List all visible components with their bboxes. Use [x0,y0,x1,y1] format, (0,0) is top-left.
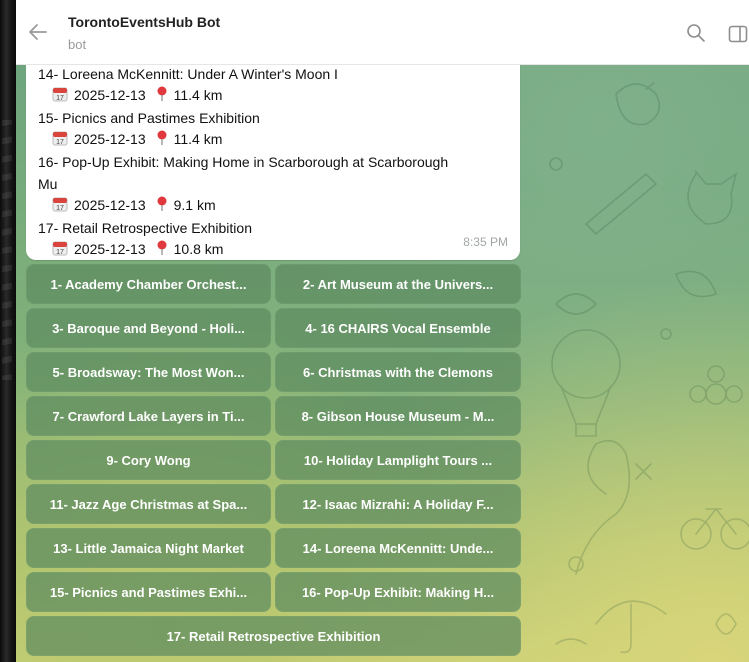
event-date: 2025-12-13 [74,87,146,103]
event-button-3[interactable]: 3- Baroque and Beyond - Holi... [26,308,271,348]
message-bubble: 14- Loreena McKennitt: Under A Winter's … [26,64,520,260]
event-title: 17- Retail Retrospective Exhibition [38,220,252,236]
location-pin-icon [157,240,167,255]
calendar-icon: 17 [52,241,68,256]
chat-title[interactable]: TorontoEventsHub Bot [68,14,220,30]
calendar-icon: 17 [52,131,68,146]
message-time: 8:35 PM [463,235,508,249]
event-distance: 9.1 km [173,197,216,213]
location-pin-icon [157,196,167,211]
svg-text:17: 17 [56,139,64,146]
event-date: 2025-12-13 [74,131,146,147]
chat-area[interactable]: 14- Loreena McKennitt: Under A Winter's … [16,64,749,662]
arrow-left-icon[interactable] [26,20,50,44]
event-title: 16- Pop-Up Exhibit: Making Home in Scarb… [38,154,449,170]
event-title: 14- Loreena McKennitt: Under A Winter's … [38,66,338,82]
event-distance: 11.4 km [173,131,223,147]
event-button-14[interactable]: 14- Loreena McKennitt: Unde... [275,528,521,568]
event-button-6[interactable]: 6- Christmas with the Clemons [275,352,521,392]
chat-header: TorontoEventsHub Bot bot [16,0,749,65]
event-button-8[interactable]: 8- Gibson House Museum - M... [275,396,521,436]
chat-subtitle: bot [68,37,87,52]
event-button-17[interactable]: 17- Retail Retrospective Exhibition [26,616,521,656]
svg-text:17: 17 [56,95,64,102]
calendar-icon: 17 [52,87,68,102]
event-button-15[interactable]: 15- Picnics and Pastimes Exhi... [26,572,271,612]
event-button-5[interactable]: 5- Broadsway: The Most Won... [26,352,271,392]
event-meta: 17 2025-12-13 11.4 km [52,86,223,103]
event-button-11[interactable]: 11- Jazz Age Christmas at Spa... [26,484,271,524]
event-button-4[interactable]: 4- 16 CHAIRS Vocal Ensemble [275,308,521,348]
search-icon[interactable] [686,23,706,43]
event-button-12[interactable]: 12- Isaac Mizrahi: A Holiday F... [275,484,521,524]
event-distance: 11.4 km [173,87,223,103]
event-button-16[interactable]: 16- Pop-Up Exhibit: Making H... [275,572,521,612]
svg-text:17: 17 [56,205,64,212]
event-distance: 10.8 km [173,241,224,257]
event-button-2[interactable]: 2- Art Museum at the Univers... [275,264,521,304]
event-title-continued: Mu [38,176,58,192]
side-panel-icon[interactable] [728,24,748,44]
location-pin-icon [157,86,167,101]
event-meta: 17 2025-12-13 10.8 km [52,240,224,257]
desktop-background [0,0,16,662]
event-button-1[interactable]: 1- Academy Chamber Orchest... [26,264,271,304]
event-date: 2025-12-13 [74,241,146,257]
event-button-10[interactable]: 10- Holiday Lamplight Tours ... [275,440,521,480]
event-date: 2025-12-13 [74,197,146,213]
telegram-window: TorontoEventsHub Bot bot 14- Loreena McK… [16,0,749,662]
svg-text:17: 17 [56,249,64,256]
event-button-7[interactable]: 7- Crawford Lake Layers in Ti... [26,396,271,436]
event-title: 15- Picnics and Pastimes Exhibition [38,110,260,126]
event-meta: 17 2025-12-13 11.4 km [52,130,223,147]
event-meta: 17 2025-12-13 9.1 km [52,196,216,213]
event-button-9[interactable]: 9- Cory Wong [26,440,271,480]
event-button-13[interactable]: 13- Little Jamaica Night Market [26,528,271,568]
location-pin-icon [157,130,167,145]
calendar-icon: 17 [52,197,68,212]
